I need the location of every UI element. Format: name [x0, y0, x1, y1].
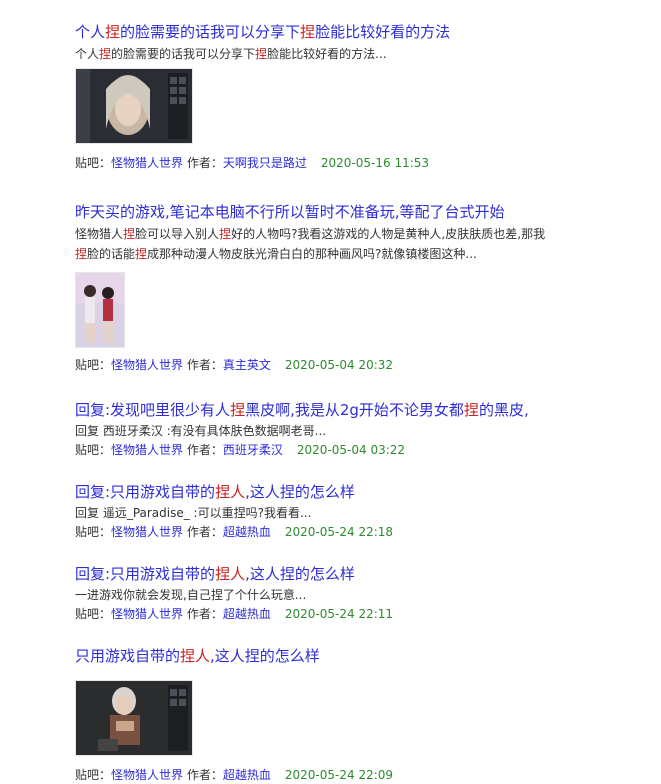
- search-result: 只用游戏自带的捏人,这人捏的怎么样 贴吧：怪物猎人世界 作者：超越热血 2020-…: [75, 646, 635, 784]
- result-thumbnail[interactable]: [75, 680, 193, 756]
- forum-link[interactable]: 怪物猎人世界: [111, 358, 183, 372]
- result-abstract: 一进游戏你就会发现,自己捏了个什么玩意...: [75, 588, 307, 602]
- result-title-link[interactable]: 只用游戏自带的捏人,这人捏的怎么样: [75, 646, 635, 666]
- result-meta: 贴吧：怪物猎人世界 作者：超越热血 2020-05-24 22:11: [75, 605, 635, 623]
- post-date: 2020-05-24 22:11: [284, 607, 394, 621]
- author-link[interactable]: 真主英文: [223, 358, 271, 372]
- search-result: 回复:发现吧里很少有人捏黑皮啊,我是从2g开始不论男女都捏的黑皮, 回复 西班牙…: [75, 400, 635, 459]
- forum-link[interactable]: 怪物猎人世界: [111, 525, 183, 539]
- result-meta: 贴吧：怪物猎人世界 作者：天啊我只是路过 2020-05-16 11:53: [75, 154, 635, 172]
- author-label: 作者：: [186, 607, 223, 621]
- result-meta: 贴吧：怪物猎人世界 作者：真主英文 2020-05-04 20:32: [75, 356, 635, 374]
- result-thumbnail[interactable]: [75, 272, 125, 348]
- author-link[interactable]: 超越热血: [223, 768, 271, 782]
- search-result: 昨天买的游戏,笔记本电脑不行所以暂时不准备玩,等配了台式开始 怪物猎人捏脸可以导…: [75, 202, 635, 374]
- result-title-link[interactable]: 昨天买的游戏,笔记本电脑不行所以暂时不准备玩,等配了台式开始: [75, 202, 635, 222]
- author-label: 作者：: [186, 156, 223, 170]
- post-date: 2020-05-24 22:09: [284, 768, 394, 782]
- post-date: 2020-05-24 22:18: [284, 525, 394, 539]
- forum-label: 贴吧：: [75, 156, 112, 170]
- result-meta: 贴吧：怪物猎人世界 作者：超越热血 2020-05-24 22:18: [75, 523, 635, 541]
- forum-link[interactable]: 怪物猎人世界: [111, 607, 183, 621]
- forum-link[interactable]: 怪物猎人世界: [111, 768, 183, 782]
- author-link[interactable]: 超越热血: [223, 525, 271, 539]
- search-result: 回复:只用游戏自带的捏人,这人捏的怎么样 回复 遥远_Paradise_ :可以…: [75, 482, 635, 541]
- result-title-link[interactable]: 回复:发现吧里很少有人捏黑皮啊,我是从2g开始不论男女都捏的黑皮,: [75, 400, 635, 420]
- result-abstract: 怪物猎人捏脸可以导入别人捏好的人物吗?我看这游戏的人物是黄种人,皮肤肤质也差,那…: [75, 227, 546, 241]
- result-abstract: 回复 西班牙柔汉 :有没有具体肤色数据啊老哥...: [75, 424, 327, 438]
- result-title-link[interactable]: 回复:只用游戏自带的捏人,这人捏的怎么样: [75, 564, 635, 584]
- author-label: 作者：: [186, 768, 223, 782]
- post-date: 2020-05-04 20:32: [284, 358, 394, 372]
- author-label: 作者：: [186, 525, 223, 539]
- result-title-link[interactable]: 回复:只用游戏自带的捏人,这人捏的怎么样: [75, 482, 635, 502]
- forum-label: 贴吧：: [75, 443, 112, 457]
- search-result: 个人捏的脸需要的话我可以分享下捏脸能比较好看的方法 个人捏的脸需要的话我可以分享…: [75, 22, 635, 172]
- forum-link[interactable]: 怪物猎人世界: [111, 156, 183, 170]
- forum-label: 贴吧：: [75, 768, 112, 782]
- result-title-link[interactable]: 个人捏的脸需要的话我可以分享下捏脸能比较好看的方法: [75, 22, 635, 42]
- forum-label: 贴吧：: [75, 607, 112, 621]
- author-label: 作者：: [186, 443, 223, 457]
- result-thumbnail[interactable]: [75, 68, 193, 144]
- result-abstract: 个人捏的脸需要的话我可以分享下捏脸能比较好看的方法...: [75, 47, 387, 61]
- forum-label: 贴吧：: [75, 358, 112, 372]
- result-meta: 贴吧：怪物猎人世界 作者：西班牙柔汉 2020-05-04 03:22: [75, 441, 635, 459]
- forum-link[interactable]: 怪物猎人世界: [111, 443, 183, 457]
- result-abstract: 回复 遥远_Paradise_ :可以重捏吗?我看看...: [75, 506, 312, 520]
- result-meta: 贴吧：怪物猎人世界 作者：超越热血 2020-05-24 22:09: [75, 766, 635, 784]
- author-link[interactable]: 天啊我只是路过: [223, 156, 307, 170]
- result-abstract-line2: 捏脸的话能捏成那种动漫人物皮肤光滑白白的那种画风吗?就像镇楼图这种...: [75, 247, 477, 261]
- author-label: 作者：: [186, 358, 223, 372]
- author-link[interactable]: 西班牙柔汉: [223, 443, 283, 457]
- search-result: 回复:只用游戏自带的捏人,这人捏的怎么样 一进游戏你就会发现,自己捏了个什么玩意…: [75, 564, 635, 623]
- author-link[interactable]: 超越热血: [223, 607, 271, 621]
- post-date: 2020-05-16 11:53: [320, 156, 430, 170]
- forum-label: 贴吧：: [75, 525, 112, 539]
- post-date: 2020-05-04 03:22: [296, 443, 406, 457]
